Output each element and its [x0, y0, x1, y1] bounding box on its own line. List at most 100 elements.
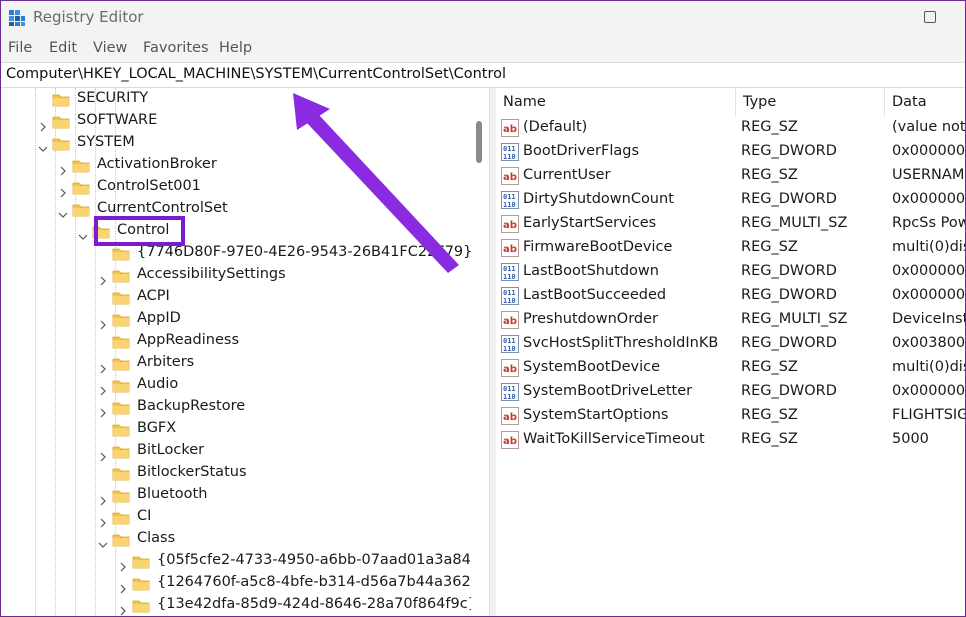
tree-node-label: AppReadiness [137, 332, 240, 348]
tree-node[interactable]: AppReadiness [1, 331, 471, 353]
value-row[interactable]: 011 110 DirtyShutdownCount REG_DWORD 0x00000… [496, 188, 966, 212]
expand-chevron-icon[interactable] [98, 359, 108, 374]
tree-scrollbar[interactable] [471, 88, 489, 616]
address-bar[interactable]: Computer\HKEY_LOCAL_MACHINE\SYSTEM\Curre… [1, 62, 965, 88]
menu-favorites[interactable]: Favorites [143, 40, 209, 56]
expand-chevron-icon[interactable] [98, 315, 108, 330]
expand-chevron-icon[interactable] [98, 381, 108, 396]
tree-node-label: BitlockerStatus [137, 464, 247, 480]
tree-node[interactable]: Arbiters [1, 353, 471, 375]
tree-node[interactable]: AccessibilitySettings [1, 265, 471, 287]
tree-node[interactable]: Audio [1, 375, 471, 397]
value-row[interactable]: ab EarlyStartServices REG_MULTI_SZ RpcSs Po… [496, 212, 965, 236]
binary-value-icon: 011 110 [501, 383, 519, 401]
maximize-button[interactable] [906, 1, 952, 33]
tree-node[interactable]: {7746D80F-97E0-4E26-9543-26B41FC22F79} [1, 243, 472, 265]
tree-node[interactable]: BitLocker [1, 441, 471, 463]
expand-chevron-icon[interactable] [98, 447, 108, 462]
expand-chevron-icon[interactable] [38, 117, 48, 132]
expand-chevron-icon[interactable] [58, 161, 68, 176]
collapse-chevron-icon[interactable] [38, 139, 48, 152]
tree-node[interactable]: AppID [1, 309, 471, 331]
menu-edit[interactable]: Edit [49, 40, 77, 56]
value-row[interactable]: 011 110 SvcHostSplitThresholdInKB REG_DWORD… [496, 332, 965, 356]
value-name: PreshutdownOrder [523, 311, 659, 327]
svg-text:ab: ab [503, 436, 517, 447]
tree-node[interactable]: ACPI [1, 287, 471, 309]
menu-file[interactable]: File [8, 40, 32, 56]
registry-editor-app-icon [9, 10, 25, 26]
value-row[interactable]: 011 110 SystemBootDriveLetter REG_DWORD 0x00… [496, 380, 965, 404]
tree-node[interactable]: CI [1, 507, 471, 529]
value-row[interactable]: 011 110 LastBootSucceeded REG_DWORD 0x000000… [496, 284, 965, 308]
value-data: (value not s [892, 119, 966, 135]
expand-chevron-icon[interactable] [98, 491, 108, 506]
tree-node[interactable]: {1264760f-a5c8-4bfe-b314-d56a7b44a362} [1, 573, 480, 595]
collapse-chevron-icon[interactable] [78, 227, 88, 240]
svg-text:110: 110 [503, 393, 516, 401]
values-list-pane[interactable]: Name Type Data ab (Default) REG_SZ (value n… [496, 88, 966, 616]
menu-bar: File Edit View Favorites Help [1, 37, 965, 61]
collapse-chevron-icon[interactable] [58, 205, 68, 218]
value-name: LastBootSucceeded [523, 287, 667, 303]
expand-chevron-icon[interactable] [98, 513, 108, 528]
value-type: REG_DWORD [741, 263, 837, 279]
value-row[interactable]: ab FirmwareBootDevice REG_SZ multi(0)disk [496, 236, 965, 260]
menu-view[interactable]: View [93, 40, 127, 56]
tree-node[interactable]: Bluetooth [1, 485, 471, 507]
tree-node[interactable]: SECURITY [1, 89, 471, 111]
value-row[interactable]: ab WaitToKillServiceTimeout REG_SZ 5000 [496, 428, 965, 452]
menu-help[interactable]: Help [219, 40, 252, 56]
value-row[interactable]: ab SystemBootDevice REG_SZ multi(0)disk [496, 356, 965, 380]
tree-node[interactable]: Control [1, 221, 471, 243]
expand-chevron-icon[interactable] [118, 557, 128, 572]
collapse-chevron-icon[interactable] [98, 535, 108, 548]
value-type: REG_DWORD [741, 383, 837, 399]
value-row[interactable]: ab (Default) REG_SZ (value not s [496, 116, 966, 140]
registry-editor-window: Registry Editor File Edit View Favorites… [0, 0, 966, 617]
column-header-type[interactable]: Type [736, 88, 884, 116]
column-header-name[interactable]: Name [496, 88, 736, 116]
control-key-highlight [94, 216, 185, 246]
expand-chevron-icon[interactable] [118, 579, 128, 594]
folder-icon [72, 202, 90, 217]
key-tree-pane[interactable]: SECURITY SOFTWARE SYSTEM ActivationBroker Co… [1, 88, 489, 616]
binary-value-icon: 011 110 [501, 143, 519, 161]
tree-node-label: BGFX [137, 420, 177, 436]
tree-node[interactable]: ControlSet001 [1, 177, 471, 199]
svg-text:011: 011 [503, 337, 516, 345]
column-name-label: Name [503, 94, 546, 110]
column-header-data[interactable]: Data [885, 88, 965, 116]
tree-node-label: Bluetooth [137, 486, 208, 502]
expand-chevron-icon[interactable] [118, 601, 128, 616]
value-row[interactable]: 011110BootDriverFlagsREG_DWORD0x0000001c [496, 140, 965, 164]
value-row[interactable]: ab SystemStartOptions REG_SZ FLIGHTSIG [496, 404, 965, 428]
string-value-icon: ab [501, 359, 519, 377]
folder-icon [112, 532, 130, 547]
expand-chevron-icon[interactable] [98, 271, 108, 286]
folder-icon [112, 466, 130, 481]
expand-chevron-icon[interactable] [58, 183, 68, 198]
address-path[interactable]: Computer\HKEY_LOCAL_MACHINE\SYSTEM\Curre… [6, 66, 506, 82]
tree-node[interactable]: ActivationBroker [1, 155, 471, 177]
tree-node[interactable]: BitlockerStatus [1, 463, 471, 485]
tree-node[interactable]: BGFX [1, 419, 471, 441]
value-name: SvcHostSplitThresholdInKB [523, 335, 719, 351]
folder-icon [52, 136, 70, 151]
value-data: 0x00000001 [892, 191, 966, 207]
tree-node[interactable]: {05f5cfe2-4733-4950-a6bb-07aad01a3a84} [1, 551, 480, 573]
value-row[interactable]: 011110LastBootShutdownREG_DWORD0x0000000… [496, 260, 965, 284]
tree-node[interactable]: Class [1, 529, 471, 551]
tree-node[interactable]: SOFTWARE [1, 111, 471, 133]
value-type: REG_SZ [741, 407, 798, 423]
tree-node[interactable]: {13e42dfa-85d9-424d-8646-28a70f864f9c} [1, 595, 477, 616]
expand-chevron-icon[interactable] [98, 403, 108, 418]
tree-node[interactable]: SYSTEM [1, 133, 471, 155]
value-row[interactable]: ab CurrentUser REG_SZ USERNAME [496, 164, 965, 188]
svg-text:ab: ab [503, 124, 517, 135]
tree-node[interactable]: CurrentControlSet [1, 199, 471, 221]
tree-node[interactable]: BackupRestore [1, 397, 471, 419]
svg-text:110: 110 [503, 273, 516, 281]
tree-scrollbar-thumb[interactable] [476, 121, 482, 163]
value-row[interactable]: ab PreshutdownOrder REG_MULTI_SZ DeviceInst… [496, 308, 965, 332]
